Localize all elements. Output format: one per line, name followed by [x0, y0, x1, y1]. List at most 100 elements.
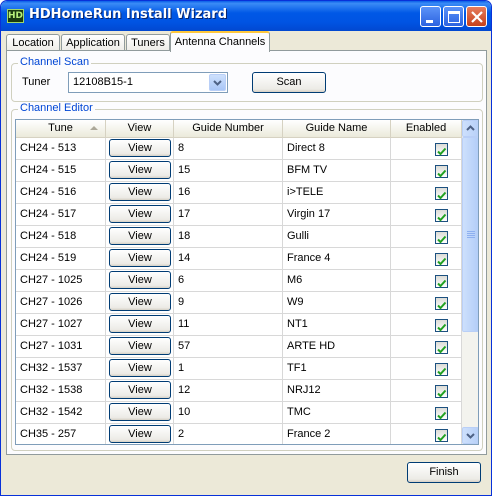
vertical-scrollbar[interactable] — [462, 120, 478, 444]
enabled-checkbox[interactable] — [435, 231, 448, 244]
view-button[interactable]: View — [109, 381, 171, 399]
enabled-checkbox[interactable] — [435, 341, 448, 354]
guide-name-cell[interactable]: Direct 8 — [283, 138, 391, 160]
guide-name-cell[interactable]: France 4 — [283, 248, 391, 270]
view-button[interactable]: View — [109, 293, 171, 311]
table-row[interactable]: CH24 - 515 View 15 BFM TV — [16, 160, 462, 182]
scan-button[interactable]: Scan — [252, 72, 326, 93]
table-row[interactable]: CH24 - 516 View 16 i>TELE — [16, 182, 462, 204]
view-button[interactable]: View — [109, 425, 171, 443]
enabled-checkbox[interactable] — [435, 165, 448, 178]
view-cell: View — [106, 314, 174, 336]
scroll-down-button[interactable] — [462, 427, 478, 444]
guide-name-cell[interactable]: ARTE HD — [283, 336, 391, 358]
table-row[interactable]: CH24 - 517 View 17 Virgin 17 — [16, 204, 462, 226]
guide-number-cell[interactable]: 10 — [174, 402, 283, 424]
table-row[interactable]: CH24 - 513 View 8 Direct 8 — [16, 138, 462, 160]
guide-name-cell[interactable]: i>TELE — [283, 182, 391, 204]
finish-button[interactable]: Finish — [407, 462, 481, 483]
guide-name-cell[interactable]: TMC — [283, 402, 391, 424]
guide-name-cell[interactable]: NT1 — [283, 314, 391, 336]
column-header-guide-number[interactable]: Guide Number — [174, 120, 283, 138]
column-header-tune[interactable]: Tune — [16, 120, 106, 138]
guide-number-cell[interactable]: 12 — [174, 380, 283, 402]
enabled-checkbox[interactable] — [435, 319, 448, 332]
guide-name-cell[interactable]: W9 — [283, 292, 391, 314]
dropdown-arrow-icon[interactable] — [209, 74, 226, 91]
view-button[interactable]: View — [109, 337, 171, 355]
guide-number-cell[interactable]: 6 — [174, 270, 283, 292]
scroll-thumb[interactable] — [462, 137, 478, 332]
enabled-checkbox[interactable] — [435, 407, 448, 420]
enabled-checkbox[interactable] — [435, 187, 448, 200]
guide-number-cell[interactable]: 57 — [174, 336, 283, 358]
table-row[interactable]: CH27 - 1027 View 11 NT1 — [16, 314, 462, 336]
table-row[interactable]: CH32 - 1538 View 12 NRJ12 — [16, 380, 462, 402]
guide-name-cell[interactable]: BFM TV — [283, 160, 391, 182]
enabled-cell — [391, 160, 462, 182]
guide-name-cell[interactable]: France 2 — [283, 424, 391, 444]
tuner-select-value: 12108B15-1 — [73, 76, 133, 88]
guide-name-cell[interactable]: Virgin 17 — [283, 204, 391, 226]
guide-name-cell[interactable]: TF1 — [283, 358, 391, 380]
table-row[interactable]: CH24 - 518 View 18 Gulli — [16, 226, 462, 248]
guide-number-cell[interactable]: 18 — [174, 226, 283, 248]
table-row[interactable]: CH24 - 519 View 14 France 4 — [16, 248, 462, 270]
guide-number-cell[interactable]: 11 — [174, 314, 283, 336]
guide-name-cell[interactable]: M6 — [283, 270, 391, 292]
guide-number-cell[interactable]: 1 — [174, 358, 283, 380]
view-button[interactable]: View — [109, 161, 171, 179]
view-button[interactable]: View — [109, 249, 171, 267]
enabled-checkbox[interactable] — [435, 429, 448, 442]
table-row[interactable]: CH32 - 1537 View 1 TF1 — [16, 358, 462, 380]
table-row[interactable]: CH27 - 1025 View 6 M6 — [16, 270, 462, 292]
guide-number-cell[interactable]: 8 — [174, 138, 283, 160]
view-button[interactable]: View — [109, 315, 171, 333]
minimize-button[interactable] — [420, 6, 441, 27]
enabled-checkbox[interactable] — [435, 209, 448, 222]
view-button[interactable]: View — [109, 359, 171, 377]
guide-number-cell[interactable]: 15 — [174, 160, 283, 182]
maximize-button[interactable] — [443, 6, 464, 27]
table-row[interactable]: CH35 - 257 View 2 France 2 — [16, 424, 462, 444]
table-row[interactable]: CH32 - 1542 View 10 TMC — [16, 402, 462, 424]
checkmark-icon — [437, 323, 447, 332]
enabled-checkbox[interactable] — [435, 275, 448, 288]
tune-cell: CH32 - 1537 — [16, 358, 106, 380]
view-button[interactable]: View — [109, 271, 171, 289]
column-header-view[interactable]: View — [106, 120, 174, 138]
view-button[interactable]: View — [109, 205, 171, 223]
checkmark-icon — [437, 367, 447, 376]
enabled-checkbox[interactable] — [435, 385, 448, 398]
enabled-cell — [391, 292, 462, 314]
enabled-checkbox[interactable] — [435, 253, 448, 266]
table-row[interactable]: CH27 - 1031 View 57 ARTE HD — [16, 336, 462, 358]
tune-cell: CH27 - 1025 — [16, 270, 106, 292]
view-button[interactable]: View — [109, 403, 171, 421]
guide-name-cell[interactable]: NRJ12 — [283, 380, 391, 402]
guide-number-cell[interactable]: 16 — [174, 182, 283, 204]
enabled-checkbox[interactable] — [435, 297, 448, 310]
view-button[interactable]: View — [109, 227, 171, 245]
close-button[interactable] — [466, 6, 487, 27]
column-header-enabled[interactable]: Enabled — [391, 120, 462, 138]
view-cell: View — [106, 204, 174, 226]
tab-antenna-channels[interactable]: Antenna Channels — [170, 31, 270, 52]
view-button[interactable]: View — [109, 183, 171, 201]
guide-name-cell[interactable]: Gulli — [283, 226, 391, 248]
guide-number-cell[interactable]: 14 — [174, 248, 283, 270]
view-button[interactable]: View — [109, 139, 171, 157]
guide-number-cell[interactable]: 17 — [174, 204, 283, 226]
guide-number-cell[interactable]: 2 — [174, 424, 283, 444]
checkmark-icon — [437, 213, 447, 222]
scroll-up-button[interactable] — [462, 120, 478, 137]
guide-number-cell[interactable]: 9 — [174, 292, 283, 314]
enabled-checkbox[interactable] — [435, 143, 448, 156]
tuner-select[interactable]: 12108B15-1 — [68, 72, 228, 93]
view-cell: View — [106, 160, 174, 182]
enabled-checkbox[interactable] — [435, 363, 448, 376]
title-bar[interactable]: HD HDHomeRun Install Wizard — [1, 1, 491, 31]
table-row[interactable]: CH27 - 1026 View 9 W9 — [16, 292, 462, 314]
tune-cell: CH24 - 515 — [16, 160, 106, 182]
column-header-guide-name[interactable]: Guide Name — [283, 120, 391, 138]
